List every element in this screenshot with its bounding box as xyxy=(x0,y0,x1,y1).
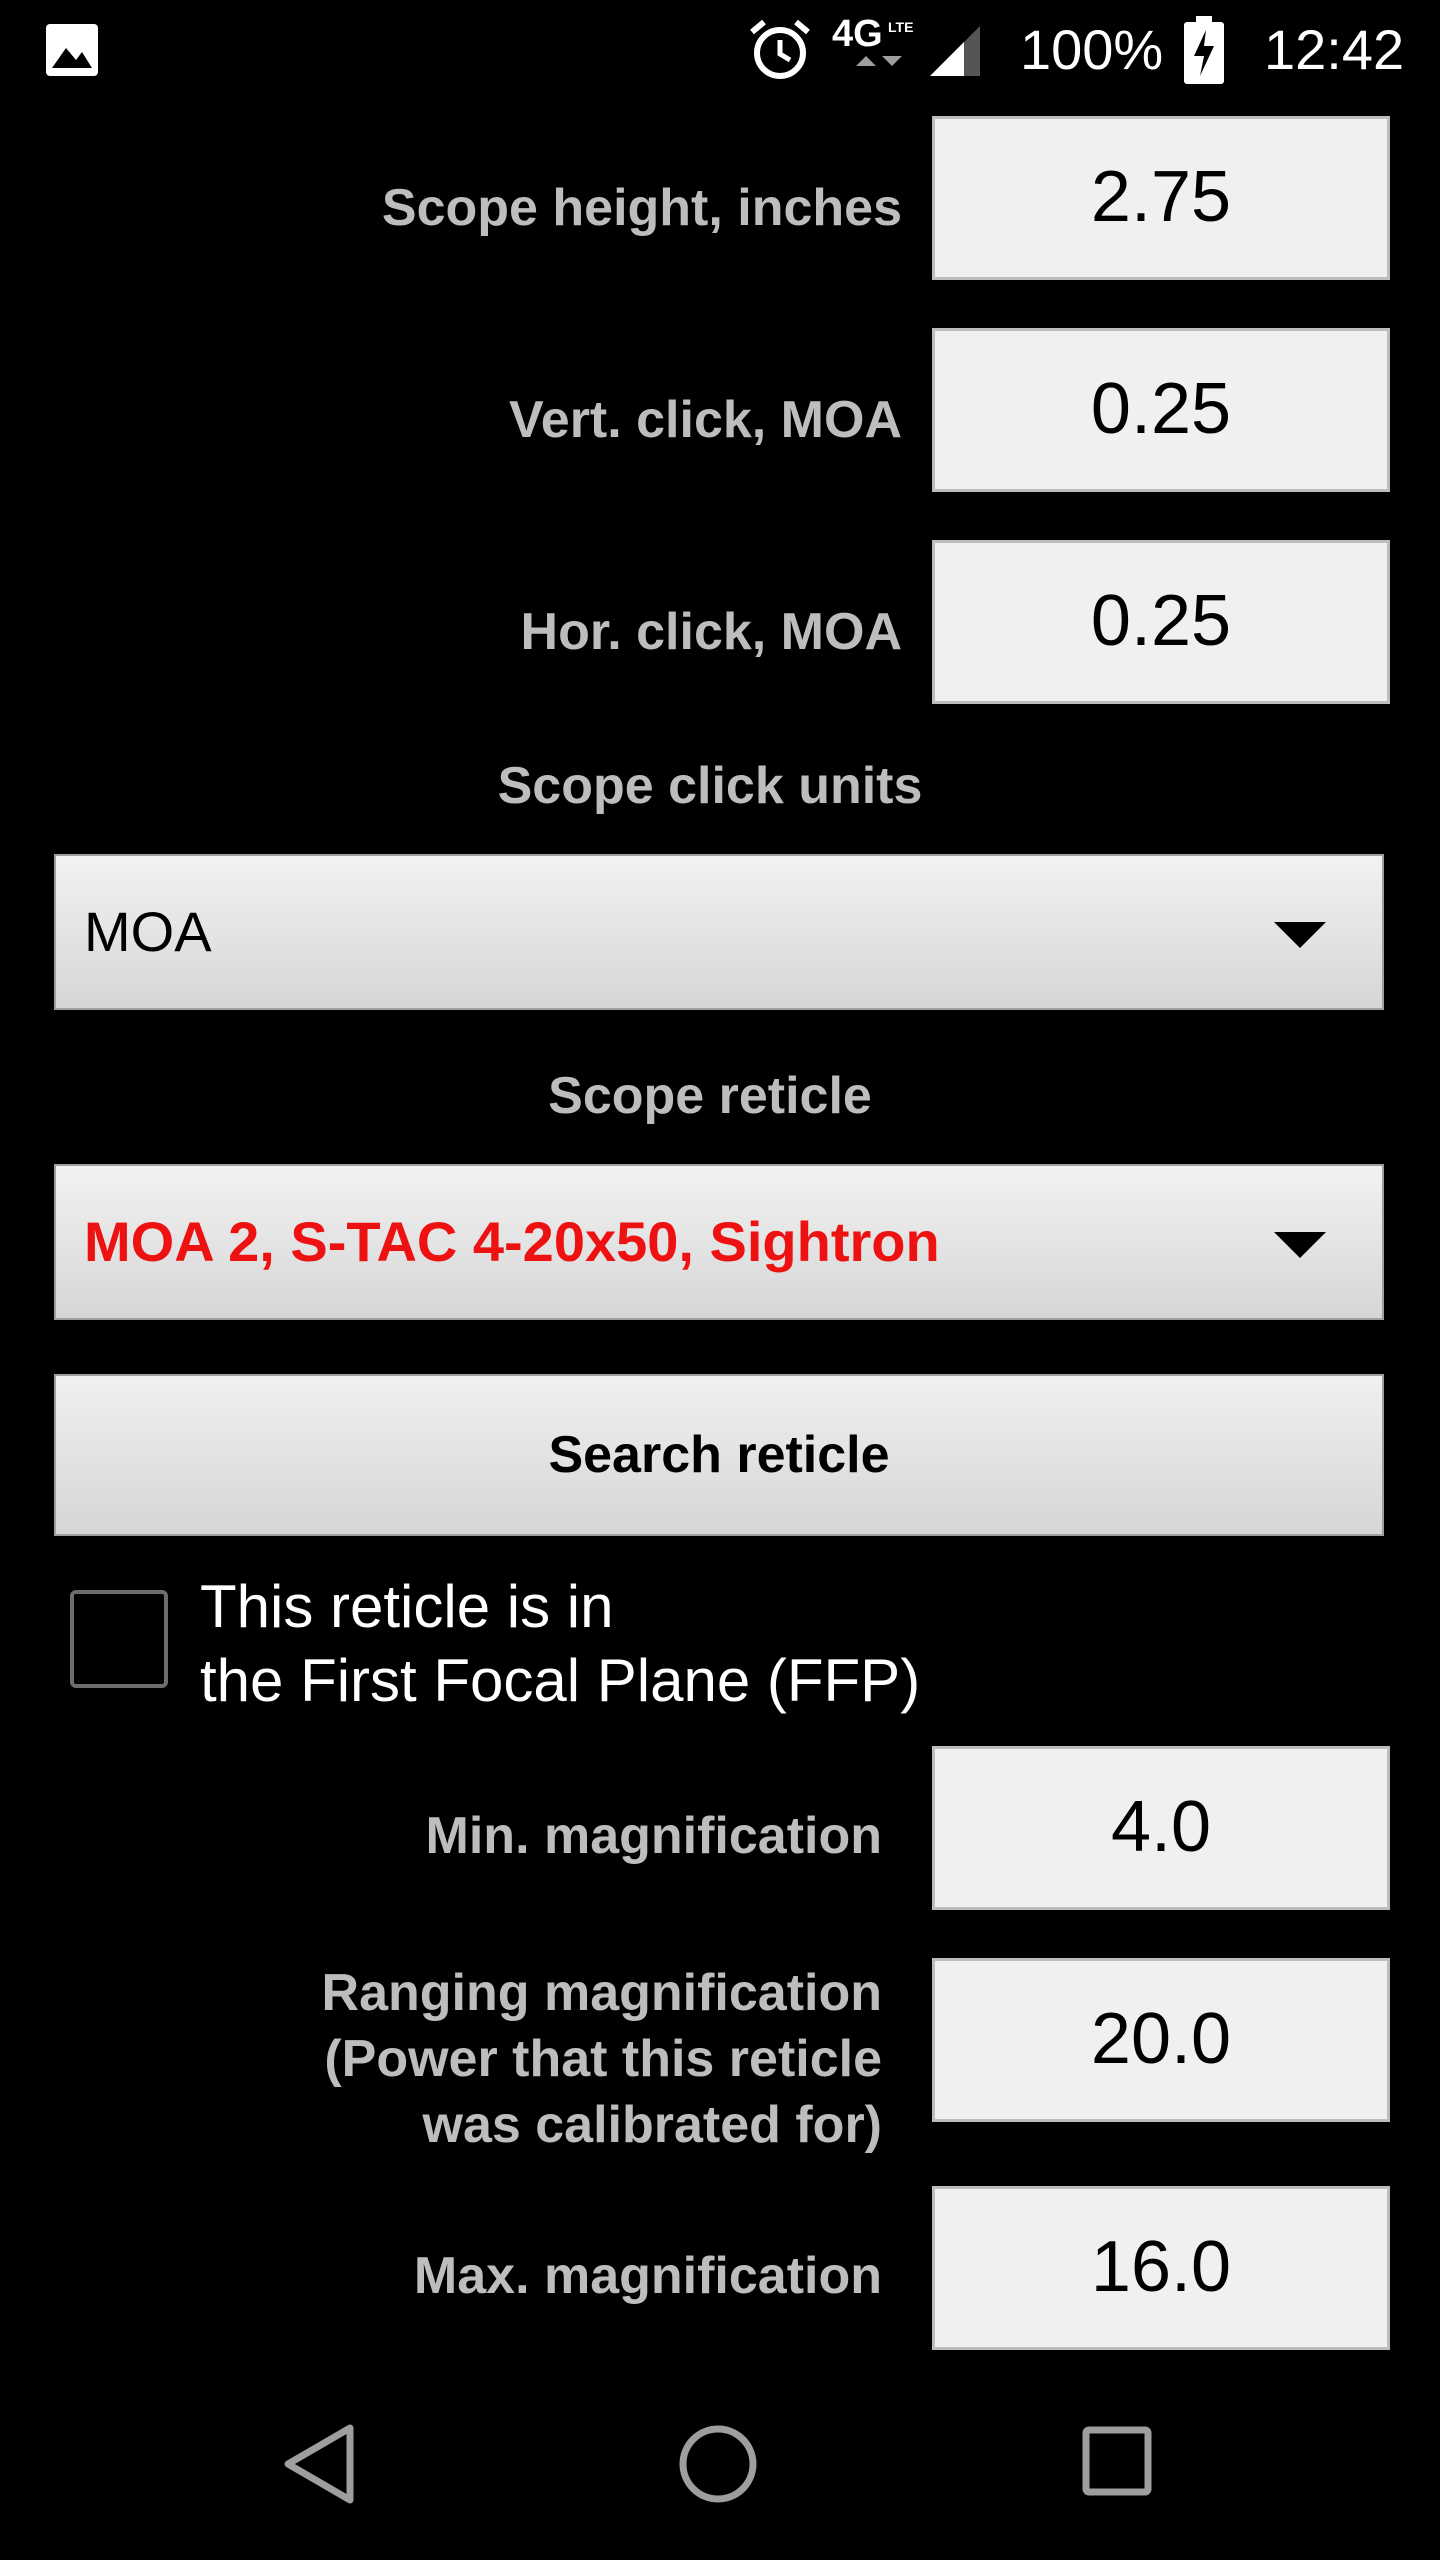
ranging-magnification-input[interactable]: 20.0 xyxy=(932,1958,1390,2122)
scope-height-input[interactable]: 2.75 xyxy=(932,116,1390,280)
ffp-checkbox[interactable] xyxy=(70,1590,168,1688)
svg-text:4G: 4G xyxy=(832,13,883,55)
hor-click-input[interactable]: 0.25 xyxy=(932,540,1390,704)
reticle-label: Scope reticle xyxy=(548,1067,872,1125)
home-icon[interactable] xyxy=(676,2422,760,2506)
scope-height-label: Scope height, inches xyxy=(381,179,902,237)
status-bar: 4G LTE 100% 12:42 xyxy=(0,0,1440,100)
hor-click-label: Hor. click, MOA xyxy=(520,603,902,661)
click-units-value: MOA xyxy=(84,900,212,963)
ffp-label-line2: the First Focal Plane (FFP) xyxy=(200,1647,921,1714)
ranging-label-line2: (Power that this reticle xyxy=(324,2030,882,2088)
ffp-label-line1: This reticle is in xyxy=(200,1573,614,1640)
click-units-label: Scope click units xyxy=(497,757,923,815)
clock: 12:42 xyxy=(1264,18,1405,81)
min-magnification-input[interactable]: 4.0 xyxy=(932,1746,1390,1910)
click-units-dropdown[interactable]: MOA xyxy=(54,854,1384,1010)
ffp-checkbox-label[interactable]: This reticle is in the First Focal Plane… xyxy=(200,1570,1300,1718)
battery-percent: 100% xyxy=(1020,18,1164,81)
reticle-value: MOA 2, S-TAC 4-20x50, Sightron xyxy=(84,1210,940,1273)
image-icon xyxy=(46,24,98,76)
ranging-label-line3: was calibrated for) xyxy=(422,2096,882,2154)
battery-charging-icon xyxy=(1184,16,1224,84)
ranging-label-line1: Ranging magnification xyxy=(321,1964,882,2022)
chevron-down-icon xyxy=(1274,922,1326,948)
alarm-icon xyxy=(750,19,810,79)
max-magnification-input[interactable]: 16.0 xyxy=(932,2186,1390,2350)
reticle-dropdown[interactable]: MOA 2, S-TAC 4-20x50, Sightron xyxy=(54,1164,1384,1320)
signal-icon xyxy=(930,26,980,76)
min-magnification-label: Min. magnification xyxy=(425,1807,882,1865)
chevron-down-icon xyxy=(1274,1232,1326,1258)
search-reticle-button[interactable]: Search reticle xyxy=(54,1374,1384,1536)
vert-click-input[interactable]: 0.25 xyxy=(932,328,1390,492)
recents-icon[interactable] xyxy=(1080,2424,1160,2504)
vert-click-label: Vert. click, MOA xyxy=(508,391,902,449)
max-magnification-label: Max. magnification xyxy=(413,2247,882,2305)
svg-text:LTE: LTE xyxy=(888,19,913,35)
ranging-magnification-label: Ranging magnification (Power that this r… xyxy=(40,1960,882,2158)
back-icon[interactable] xyxy=(280,2422,360,2506)
network-4g-icon: 4G LTE xyxy=(832,13,913,66)
navigation-bar xyxy=(0,2380,1440,2560)
